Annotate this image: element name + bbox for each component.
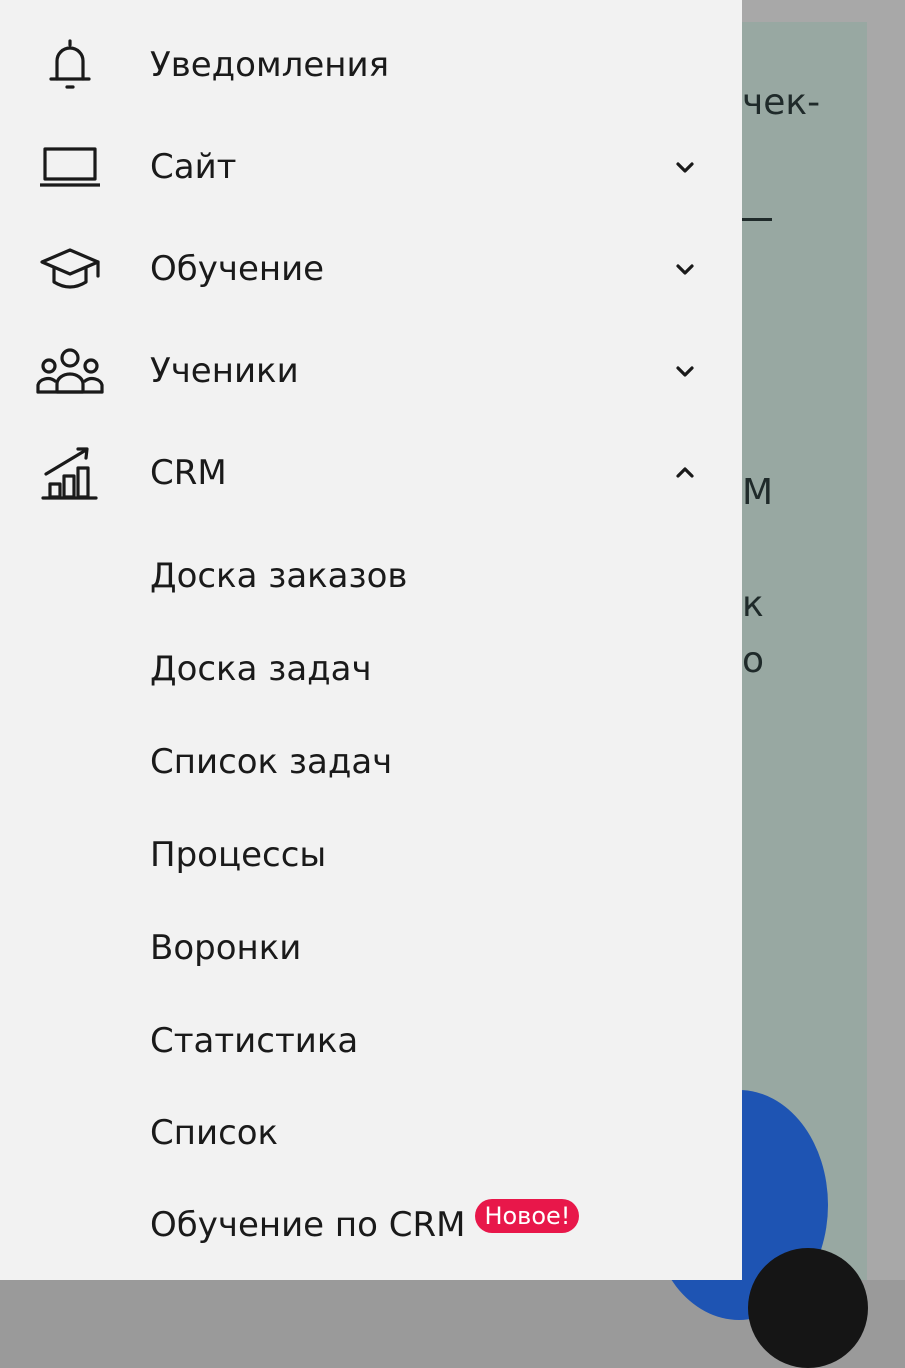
chevron-down-icon[interactable] bbox=[670, 254, 700, 284]
menu-item-crm[interactable]: CRM bbox=[0, 428, 742, 518]
menu-item-label: Ученики bbox=[150, 351, 299, 391]
submenu-item-label: Обучение по CRM bbox=[150, 1205, 466, 1245]
submenu-item-funnels[interactable]: Воронки bbox=[150, 913, 301, 983]
background-text-fragment: чек- bbox=[742, 82, 821, 123]
menu-item-label: Обучение bbox=[150, 249, 325, 289]
submenu-item-crm-learning[interactable]: Обучение по CRM Новое! bbox=[150, 1190, 580, 1260]
submenu-item-task-list[interactable]: Список задач bbox=[150, 727, 392, 797]
background-text-fragment: о bbox=[742, 640, 765, 681]
menu-item-site[interactable]: Сайт bbox=[0, 122, 742, 212]
menu-item-label: Уведомления bbox=[150, 45, 390, 85]
menu-item-students[interactable]: Ученики bbox=[0, 326, 742, 416]
users-icon bbox=[32, 340, 108, 402]
chevron-up-icon[interactable] bbox=[670, 458, 700, 488]
menu-item-learning[interactable]: Обучение bbox=[0, 224, 742, 314]
background-fab-dark bbox=[748, 1248, 868, 1368]
submenu-item-processes[interactable]: Процессы bbox=[150, 820, 326, 890]
background-text-fragment: М bbox=[742, 472, 774, 513]
menu-item-label: Сайт bbox=[150, 147, 237, 187]
background-text-fragment: к bbox=[742, 584, 764, 625]
menu-item-label: CRM bbox=[150, 453, 227, 493]
submenu-item-tasks-board[interactable]: Доска задач bbox=[150, 634, 372, 704]
chart-growth-icon bbox=[32, 442, 108, 504]
submenu-item-list[interactable]: Список bbox=[150, 1098, 278, 1168]
submenu-item-orders-board[interactable]: Доска заказов bbox=[150, 541, 407, 611]
graduation-cap-icon bbox=[32, 238, 108, 300]
bell-icon bbox=[32, 34, 108, 96]
background-dash bbox=[740, 218, 772, 221]
new-badge: Новое! bbox=[475, 1199, 580, 1233]
laptop-icon bbox=[32, 136, 108, 198]
chevron-down-icon[interactable] bbox=[670, 152, 700, 182]
navigation-drawer: Уведомления Сайт Обучение Ученики CRM До… bbox=[0, 0, 742, 1280]
menu-item-notifications[interactable]: Уведомления bbox=[0, 20, 742, 110]
submenu-item-statistics[interactable]: Статистика bbox=[150, 1006, 358, 1076]
chevron-down-icon[interactable] bbox=[670, 356, 700, 386]
